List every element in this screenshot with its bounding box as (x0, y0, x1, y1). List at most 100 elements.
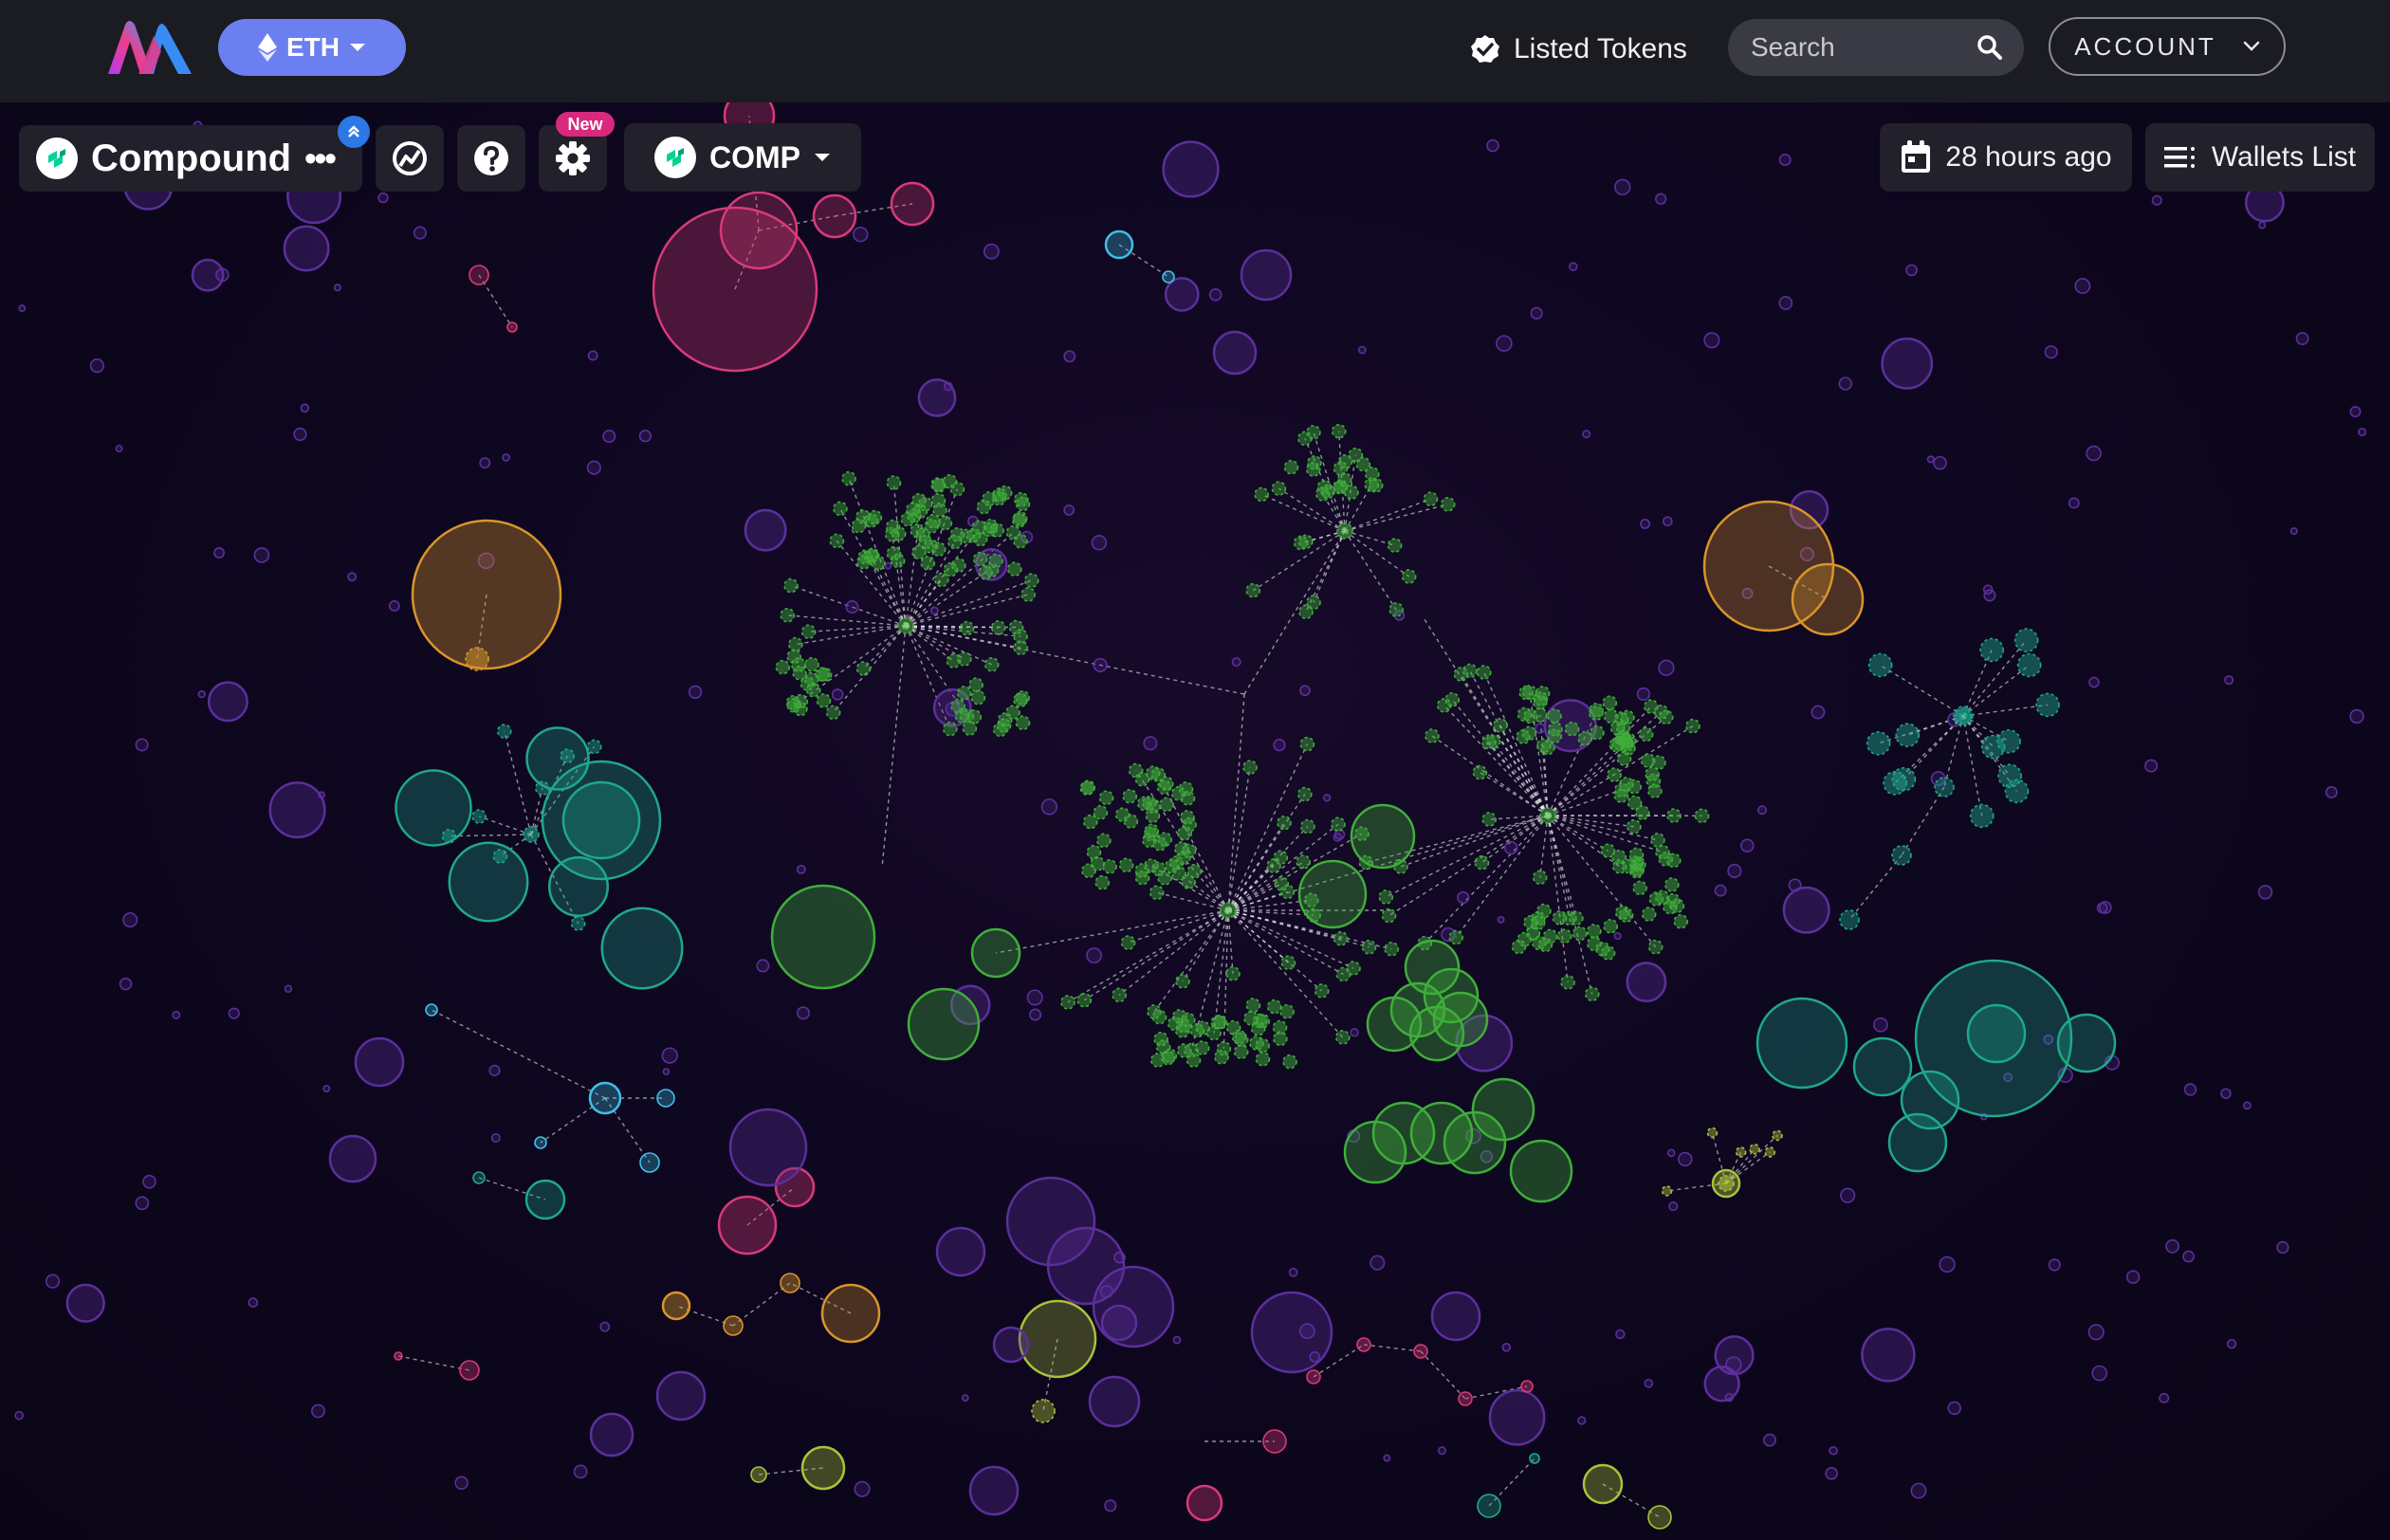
wallet-bubble[interactable] (1603, 918, 1618, 934)
wallet-bubble[interactable] (454, 1476, 469, 1490)
wallet-bubble[interactable] (1007, 561, 1022, 577)
wallet-bubble[interactable] (1306, 425, 1321, 440)
wallet-bubble[interactable] (1093, 657, 1108, 672)
wallet-bubble[interactable] (268, 781, 326, 839)
wallet-bubble[interactable] (1953, 706, 1974, 726)
wallet-bubble[interactable] (1481, 734, 1497, 750)
wallet-bubble[interactable] (1778, 296, 1793, 310)
wallet-bubble[interactable] (1757, 805, 1768, 816)
wallet-bubble[interactable] (1607, 767, 1622, 782)
wallet-bubble[interactable] (831, 688, 844, 701)
wallet-bubble[interactable] (1560, 975, 1575, 990)
wallet-bubble[interactable] (1979, 637, 2004, 663)
wallet-bubble[interactable] (1370, 1255, 1386, 1271)
wallet-bubble[interactable] (1186, 1053, 1202, 1068)
wallet-bubble[interactable] (1658, 659, 1675, 676)
wallet-bubble[interactable] (1632, 880, 1647, 896)
wallet-bubble[interactable] (816, 693, 832, 708)
wallet-bubble[interactable] (1647, 939, 1664, 955)
wallet-bubble[interactable] (1934, 777, 1955, 798)
wallet-bubble-graph[interactable] (0, 102, 2390, 1540)
wallet-bubble[interactable] (1668, 1201, 1679, 1212)
wallet-bubble[interactable] (1706, 1127, 1719, 1139)
wallet-bubble[interactable] (1640, 753, 1656, 768)
wallet-bubble[interactable] (803, 671, 819, 688)
wallet-bubble[interactable] (1749, 1143, 1760, 1155)
wallet-bubble[interactable] (1645, 766, 1660, 781)
wallet-bubble[interactable] (1175, 973, 1190, 989)
wallet-bubble[interactable] (2096, 902, 2108, 914)
wallet-bubble[interactable] (1425, 728, 1440, 743)
wallet-bubble[interactable] (1661, 1185, 1673, 1197)
wallet-bubble[interactable] (1023, 573, 1039, 588)
wallet-bubble[interactable] (1486, 138, 1499, 153)
wallet-bubble[interactable] (2087, 1324, 2105, 1341)
wallet-bubble[interactable] (1829, 1445, 1838, 1456)
wallet-bubble[interactable] (1778, 153, 1792, 167)
wallet-bubble[interactable] (1644, 1378, 1654, 1388)
wallet-bubble[interactable] (1838, 376, 1853, 391)
wallet-bubble[interactable] (1532, 870, 1548, 886)
chart-button[interactable] (376, 125, 444, 192)
wallet-bubble[interactable] (2159, 1392, 2170, 1403)
wallet-bubble[interactable] (2151, 194, 2162, 206)
wallet-bubble[interactable] (1273, 850, 1289, 865)
wallet-bubble[interactable] (1933, 455, 1947, 470)
wallet-bubble[interactable] (1569, 262, 1578, 271)
wallet-bubble[interactable] (2068, 497, 2080, 509)
wallet-bubble[interactable] (1336, 472, 1352, 487)
wallet-bubble[interactable] (1530, 306, 1543, 320)
wallet-bubble[interactable] (1212, 330, 1258, 376)
wallet-bubble[interactable] (1122, 788, 1138, 804)
app-logo-icon[interactable] (104, 17, 195, 78)
wallet-bubble[interactable] (1356, 1337, 1371, 1352)
wallet-bubble[interactable] (1577, 730, 1593, 746)
wallet-bubble[interactable] (573, 1464, 588, 1479)
wallet-bubble[interactable] (394, 1351, 403, 1361)
listed-tokens-link[interactable]: Listed Tokens (1470, 25, 1687, 74)
wallet-bubble[interactable] (496, 724, 512, 739)
wallet-bubble[interactable] (2035, 692, 2060, 718)
wallet-bubble[interactable] (2125, 1270, 2141, 1284)
wallet-bubble[interactable] (841, 470, 856, 486)
more-options-button[interactable]: ••• (304, 138, 337, 178)
wallet-bubble[interactable] (328, 1134, 377, 1183)
wallet-bubble[interactable] (2289, 527, 2298, 536)
wallet-bubble[interactable] (1040, 798, 1058, 816)
wallet-bubble[interactable] (1171, 1009, 1187, 1024)
wallet-bubble[interactable] (959, 620, 975, 636)
wallet-bubble[interactable] (1104, 229, 1134, 260)
wallet-bubble[interactable] (472, 1171, 486, 1184)
wallet-bubble[interactable] (1614, 178, 1631, 196)
wallet-bubble[interactable] (142, 1174, 156, 1189)
wallet-bubble[interactable] (920, 556, 936, 571)
wallet-bubble[interactable] (2242, 1101, 2252, 1110)
wallet-bubble[interactable] (1926, 455, 1935, 464)
wallet-bubble[interactable] (1438, 1446, 1446, 1456)
wallet-bubble[interactable] (900, 511, 916, 527)
wallet-bubble[interactable] (541, 760, 662, 881)
wallet-bubble[interactable] (1008, 619, 1024, 635)
wallet-bubble[interactable] (377, 192, 389, 204)
wallet-bubble[interactable] (1186, 1484, 1223, 1522)
wallet-bubble[interactable] (917, 496, 933, 512)
wallet-bubble[interactable] (897, 617, 914, 634)
wallet-bubble[interactable] (2349, 406, 2362, 418)
wallet-bubble[interactable] (1582, 430, 1591, 439)
wallet-bubble[interactable] (1552, 910, 1568, 926)
wallet-bubble[interactable] (471, 809, 487, 824)
wallet-bubble[interactable] (723, 1315, 744, 1336)
wallet-bubble[interactable] (970, 689, 986, 706)
wallet-bubble[interactable] (1316, 479, 1333, 495)
wallet-bubble[interactable] (1337, 454, 1353, 469)
wallet-bubble[interactable] (1120, 935, 1136, 950)
wallet-bubble[interactable] (1146, 798, 1162, 815)
wallet-bubble[interactable] (1997, 763, 2022, 789)
wallet-bubble[interactable] (1861, 1328, 1916, 1383)
wallet-bubble[interactable] (1271, 481, 1287, 496)
wallet-bubble[interactable] (1158, 776, 1174, 792)
wallet-bubble[interactable] (656, 1089, 675, 1108)
wallet-bubble[interactable] (2044, 345, 2058, 359)
wallet-bubble[interactable] (1481, 812, 1497, 827)
wallet-bubble[interactable] (1280, 955, 1296, 970)
